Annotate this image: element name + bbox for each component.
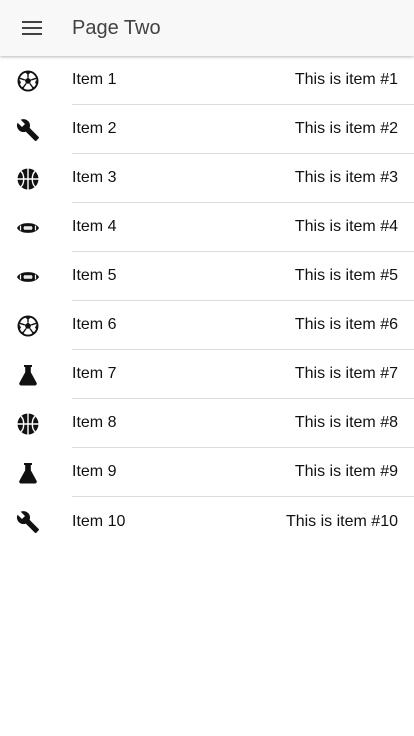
list-item-note: This is item #9 xyxy=(294,463,398,480)
list-item-note: This is item #2 xyxy=(294,120,398,137)
app-window: Page Two Item 1 This is item #1 Item 2 Thi… xyxy=(0,0,414,736)
list-item-body: Item 2 This is item #2 xyxy=(72,105,414,154)
list-item[interactable]: Item 6 This is item #6 xyxy=(0,301,414,350)
wrench-icon xyxy=(0,497,56,546)
page-title: Page Two xyxy=(72,16,161,39)
list-item[interactable]: Item 7 This is item #7 xyxy=(0,350,414,399)
menu-icon xyxy=(22,21,42,35)
list-item[interactable]: Item 8 This is item #8 xyxy=(0,399,414,448)
list-item-label: Item 1 xyxy=(72,71,117,88)
list-item-body: Item 7 This is item #7 xyxy=(72,350,414,399)
list-item-label: Item 3 xyxy=(72,169,117,186)
list-item[interactable]: Item 9 This is item #9 xyxy=(0,448,414,497)
menu-button[interactable] xyxy=(0,0,64,56)
list-item-body: Item 1 This is item #1 xyxy=(72,56,414,105)
list-item[interactable]: Item 2 This is item #2 xyxy=(0,105,414,154)
football-icon xyxy=(0,203,56,252)
toolbar: Page Two xyxy=(0,0,414,56)
list-item-label: Item 7 xyxy=(72,365,117,382)
list-item-body: Item 9 This is item #9 xyxy=(72,448,414,497)
basketball-icon xyxy=(0,399,56,448)
list-item-label: Item 4 xyxy=(72,218,117,235)
list-item-body: Item 5 This is item #5 xyxy=(72,252,414,301)
list-item-body: Item 4 This is item #4 xyxy=(72,203,414,252)
list-item-body: Item 3 This is item #3 xyxy=(72,154,414,203)
soccer-ball-icon xyxy=(0,56,56,105)
list-item-note: This is item #7 xyxy=(294,365,398,382)
list-item-note: This is item #10 xyxy=(285,512,398,530)
wrench-icon xyxy=(0,105,56,154)
list-item-label: Item 9 xyxy=(72,463,117,480)
list-item-body: Item 6 This is item #6 xyxy=(72,301,414,350)
list-item[interactable]: Item 5 This is item #5 xyxy=(0,252,414,301)
list-item[interactable]: Item 4 This is item #4 xyxy=(0,203,414,252)
flask-icon xyxy=(0,350,56,399)
list-item-body: Item 8 This is item #8 xyxy=(72,399,414,448)
list-item[interactable]: Item 10 This is item #10 xyxy=(0,497,414,546)
item-list: Item 1 This is item #1 Item 2 This is item… xyxy=(0,56,414,546)
list-item-label: Item 6 xyxy=(72,316,117,333)
list-item-label: Item 5 xyxy=(72,267,117,284)
soccer-ball-icon xyxy=(0,301,56,350)
list-item-note: This is item #5 xyxy=(294,267,398,284)
list-item-label: Item 2 xyxy=(72,120,117,137)
list-item-note: This is item #8 xyxy=(294,414,398,431)
football-icon xyxy=(0,252,56,301)
basketball-icon xyxy=(0,154,56,203)
list-item-body: Item 10 This is item #10 xyxy=(72,497,414,546)
flask-icon xyxy=(0,448,56,497)
list-item-note: This is item #4 xyxy=(294,218,398,235)
list-item-note: This is item #6 xyxy=(294,316,398,333)
list-item-note: This is item #3 xyxy=(294,169,398,186)
list-item-label: Item 8 xyxy=(72,414,117,431)
list-item[interactable]: Item 3 This is item #3 xyxy=(0,154,414,203)
list-item[interactable]: Item 1 This is item #1 xyxy=(0,56,414,105)
list-item-label: Item 10 xyxy=(72,512,126,530)
list-item-note: This is item #1 xyxy=(294,71,398,88)
